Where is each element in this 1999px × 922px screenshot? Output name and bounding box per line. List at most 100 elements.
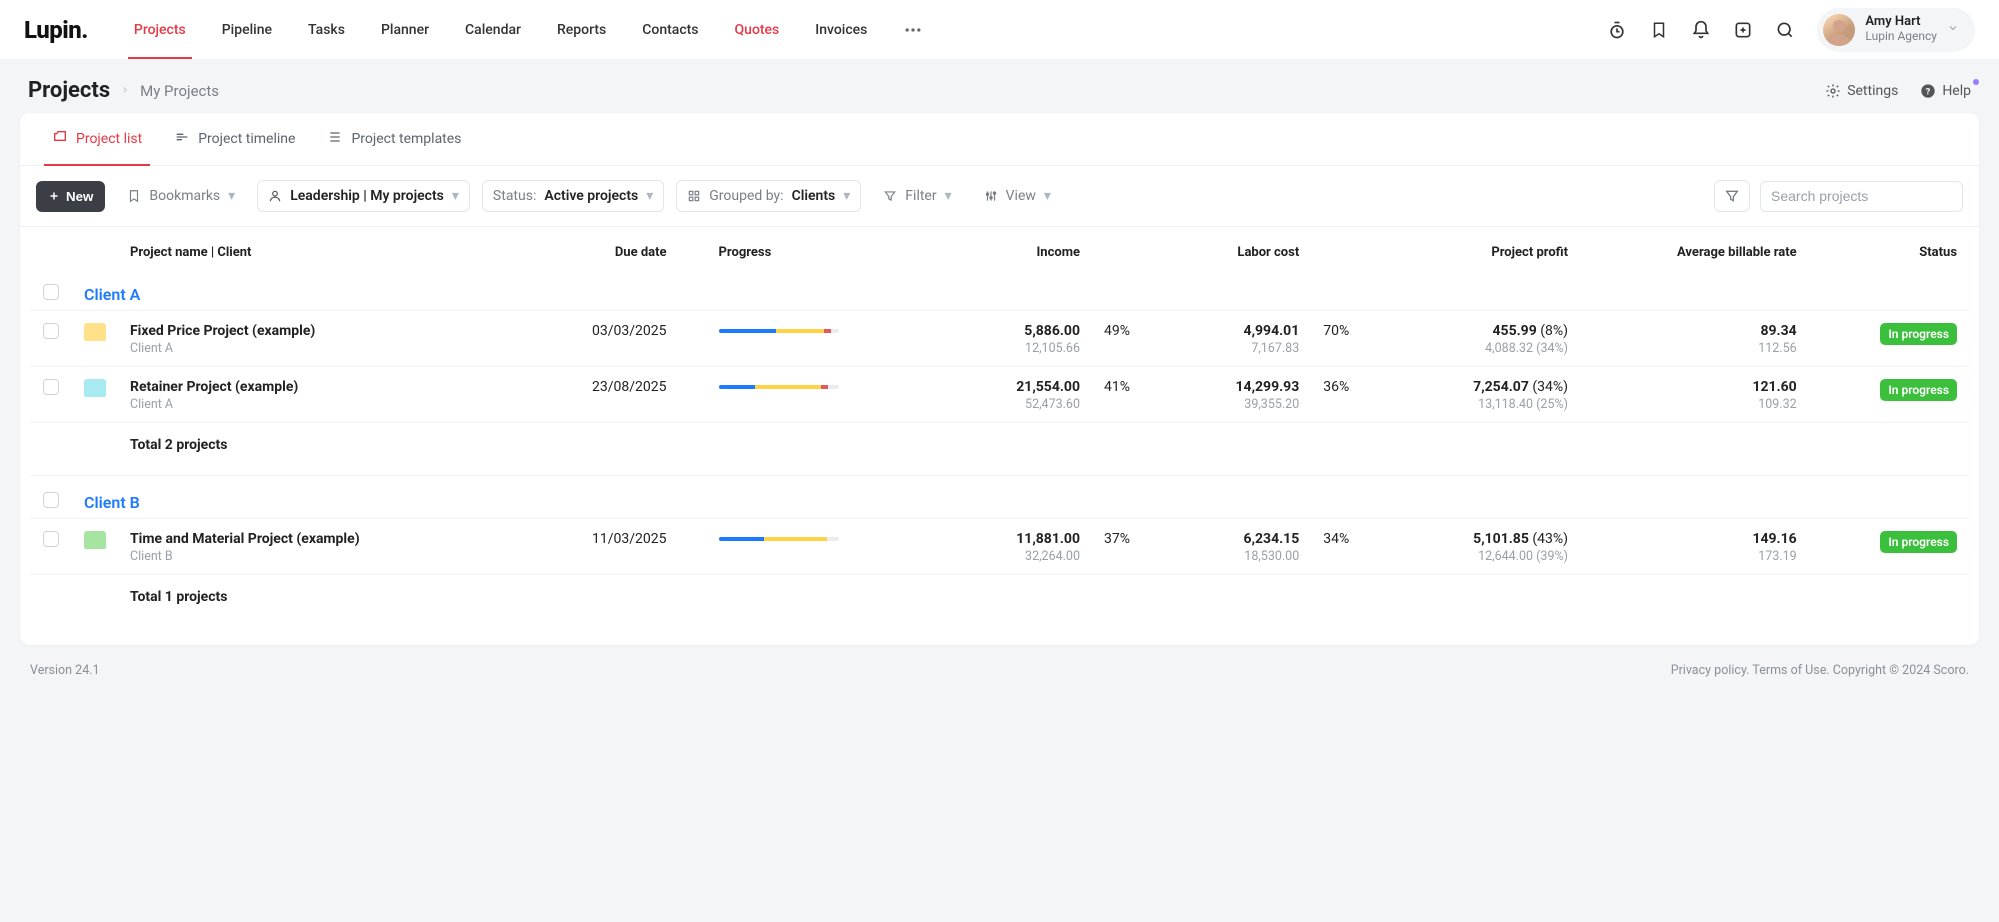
page-title: Projects [28,78,110,103]
project-icon [84,323,106,341]
scope-selector[interactable]: Leadership | My projects ▾ [257,180,470,212]
new-button[interactable]: New [36,181,105,212]
group-checkbox[interactable] [43,284,59,300]
project-client: Client A [130,341,510,356]
tab-label: Project templates [351,131,461,147]
tab-templates[interactable]: Project templates [311,113,477,165]
labor-pct: 70% [1311,311,1391,367]
status-value: Active projects [544,188,638,204]
group-by-selector[interactable]: Grouped by: Clients ▾ [676,180,861,212]
nav-item-projects[interactable]: Projects [116,0,204,59]
row-checkbox[interactable] [43,531,59,547]
search-wrap [1760,181,1963,212]
tab-timeline[interactable]: Project timeline [158,113,311,165]
add-icon[interactable] [1733,20,1753,40]
settings-button[interactable]: Settings [1825,83,1898,99]
profit-sub: 4,088.32 (34%) [1485,341,1568,356]
client-group-link[interactable]: Client B [84,493,140,512]
status-filter[interactable]: Status: Active projects ▾ [482,180,664,212]
project-row[interactable]: Time and Material Project (example)Clien… [30,519,1969,575]
group-total: Total 2 projects [118,423,1969,476]
col-due-date[interactable]: Due date [522,227,679,274]
new-button-label: New [66,189,93,204]
col-rate[interactable]: Average billable rate [1580,227,1809,274]
list-icon [52,129,68,149]
view-button[interactable]: View ▾ [974,181,1061,211]
rate-sub: 109.32 [1758,397,1796,412]
col-project-name[interactable]: Project name | Client [118,227,522,274]
project-row[interactable]: Retainer Project (example)Client A23/08/… [30,367,1969,423]
income-value: 5,886.00 [1024,323,1080,339]
filter-label: Filter [905,188,936,204]
nav-item-contacts[interactable]: Contacts [624,0,716,59]
chevron-down-icon: ▾ [843,188,850,204]
group-total: Total 1 projects [118,575,1969,628]
project-row[interactable]: Fixed Price Project (example)Client A03/… [30,311,1969,367]
help-notification-dot [1973,79,1979,85]
profit-value: 455.99 (8%) [1493,323,1569,339]
group-checkbox[interactable] [43,492,59,508]
due-date: 03/03/2025 [522,311,679,367]
col-income-pct [1092,227,1172,274]
col-labor[interactable]: Labor cost [1172,227,1312,274]
col-labor-pct [1311,227,1391,274]
footer-legal[interactable]: Privacy policy. Terms of Use. Copyright … [1671,663,1969,678]
filter-icon [883,189,897,203]
profit-value: 5,101.85 (43%) [1473,531,1568,547]
logo[interactable]: Lupin. [24,16,88,44]
nav-item-tasks[interactable]: Tasks [290,0,363,59]
bookmark-icon[interactable] [1649,20,1669,40]
templates-icon [327,129,343,149]
income-sub: 52,473.60 [1025,397,1080,412]
chevron-down-icon: ▾ [945,188,952,204]
tab-list[interactable]: Project list [36,113,158,165]
nav-more[interactable] [885,0,941,59]
income-pct: 37% [1092,519,1172,575]
nav-item-invoices[interactable]: Invoices [797,0,885,59]
filter-button[interactable]: Filter ▾ [873,181,961,211]
chevron-down-icon: ▾ [1044,188,1051,204]
avatar [1823,14,1855,46]
nav-item-calendar[interactable]: Calendar [447,0,539,59]
status-badge: In progress [1880,379,1957,401]
search-icon[interactable] [1775,20,1795,40]
income-pct: 49% [1092,311,1172,367]
nav-item-pipeline[interactable]: Pipeline [204,0,290,59]
labor-sub: 18,530.00 [1244,549,1299,564]
nav-item-reports[interactable]: Reports [539,0,624,59]
help-button[interactable]: ? Help [1920,83,1971,99]
row-checkbox[interactable] [43,323,59,339]
progress-bar [719,329,839,333]
nav-item-planner[interactable]: Planner [363,0,447,59]
labor-value: 14,299.93 [1236,379,1300,395]
user-menu[interactable]: Amy Hart Lupin Agency [1817,8,1975,52]
due-date: 23/08/2025 [522,367,679,423]
timer-icon[interactable] [1607,20,1627,40]
status-badge: In progress [1880,323,1957,345]
tab-label: Project timeline [198,131,295,147]
sliders-icon [984,189,998,203]
bell-icon[interactable] [1691,20,1711,40]
project-icon [84,531,106,549]
labor-pct: 34% [1311,519,1391,575]
row-checkbox[interactable] [43,379,59,395]
project-table-wrap: Project name | Client Due date Progress … [20,227,1979,645]
plus-icon [48,190,60,202]
help-label: Help [1942,83,1971,99]
version-label: Version 24.1 [30,663,100,678]
col-progress[interactable]: Progress [679,227,953,274]
bookmarks-dropdown[interactable]: Bookmarks ▾ [117,181,245,211]
col-income[interactable]: Income [952,227,1092,274]
col-status[interactable]: Status [1809,227,1969,274]
advanced-filter-button[interactable] [1714,180,1750,212]
bookmarks-label: Bookmarks [149,188,220,204]
col-profit[interactable]: Project profit [1391,227,1580,274]
labor-value: 4,994.01 [1244,323,1300,339]
list-toolbar: New Bookmarks ▾ Leadership | My projects… [20,166,1979,227]
progress-bar [719,537,839,541]
search-input[interactable] [1771,188,1952,204]
chevron-down-icon: ▾ [646,188,653,204]
nav-item-quotes[interactable]: Quotes [717,0,798,59]
project-icon [84,379,106,397]
client-group-link[interactable]: Client A [84,285,140,304]
